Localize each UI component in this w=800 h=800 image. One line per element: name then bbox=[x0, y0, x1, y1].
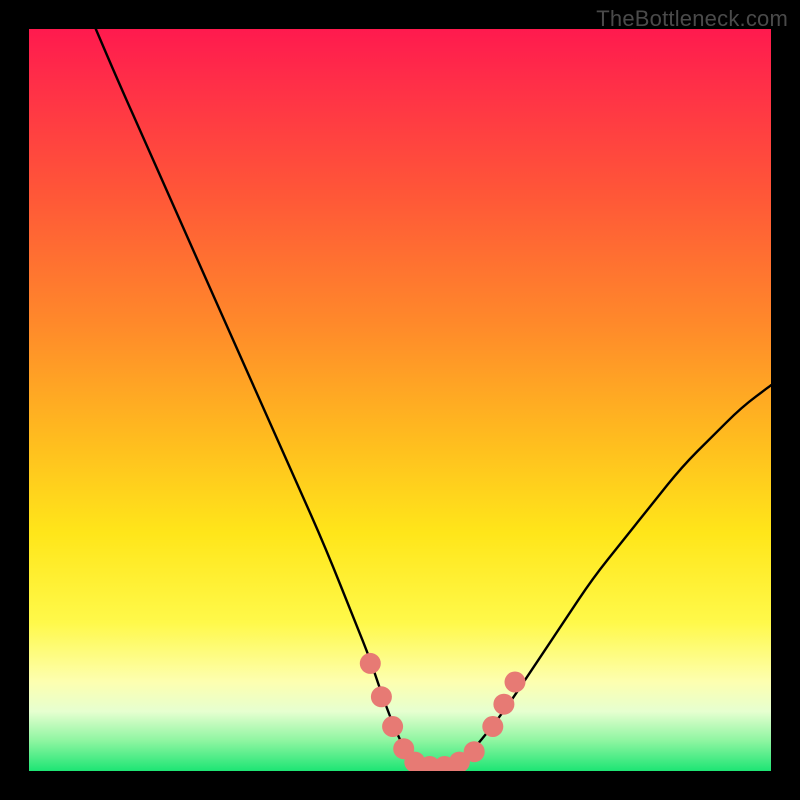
plot-area bbox=[29, 29, 771, 771]
highlight-dots bbox=[360, 653, 526, 771]
watermark-text: TheBottleneck.com bbox=[596, 6, 788, 32]
curve-svg bbox=[29, 29, 771, 771]
highlight-dot bbox=[371, 686, 392, 707]
highlight-dot bbox=[360, 653, 381, 674]
highlight-dot bbox=[482, 716, 503, 737]
bottleneck-curve bbox=[96, 29, 771, 771]
outer-frame: TheBottleneck.com bbox=[0, 0, 800, 800]
highlight-dot bbox=[382, 716, 403, 737]
highlight-dot bbox=[505, 672, 526, 693]
highlight-dot bbox=[464, 741, 485, 762]
highlight-dot bbox=[493, 694, 514, 715]
